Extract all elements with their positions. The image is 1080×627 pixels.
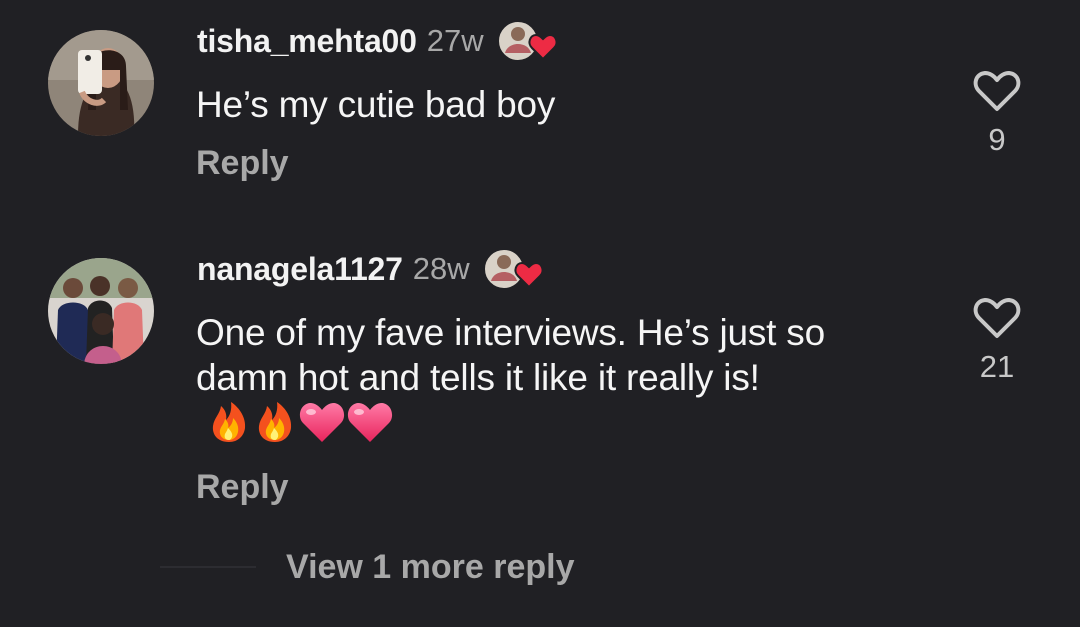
comment-timestamp: 27w: [426, 23, 484, 58]
like-group: 21: [960, 297, 1034, 385]
view-more-replies[interactable]: View 1 more reply: [160, 544, 575, 590]
like-group: 9: [960, 70, 1034, 158]
reply-button[interactable]: Reply: [196, 468, 289, 507]
comment-text-content: One of my fave interviews. He’s just so …: [196, 312, 825, 398]
avatar[interactable]: [48, 30, 154, 136]
comment-header: tisha_mehta00 27w: [197, 19, 562, 63]
pink-heart-emoji-icon: [347, 403, 393, 442]
comments-panel: tisha_mehta00 27w He’s my cutie bad boy …: [0, 0, 1080, 627]
mirror-selfie-avatar-icon: [48, 30, 154, 136]
reply-button[interactable]: Reply: [196, 144, 289, 183]
creator-heart-icon: [482, 247, 548, 291]
comment-text: He’s my cutie bad boy: [196, 82, 916, 127]
group-photo-avatar-icon: [48, 258, 154, 364]
heart-outline-icon[interactable]: [973, 297, 1021, 339]
like-count: 9: [988, 122, 1006, 157]
comment-username[interactable]: tisha_mehta00: [197, 23, 417, 60]
comment-timestamp: 28w: [412, 251, 470, 286]
pink-heart-emoji-icon: [299, 403, 345, 442]
like-count: 21: [979, 349, 1015, 384]
emoji-row: [206, 400, 394, 444]
replies-divider: [160, 566, 256, 568]
heart-outline-icon[interactable]: [973, 70, 1021, 112]
comment-header: nanagela1127 28w: [197, 247, 548, 291]
fire-emoji-icon: [258, 402, 292, 442]
view-more-replies-label[interactable]: View 1 more reply: [286, 548, 575, 587]
comment-username[interactable]: nanagela1127: [197, 251, 403, 288]
comment-text-content: He’s my cutie bad boy: [196, 84, 556, 125]
comment-text: One of my fave interviews. He’s just so …: [196, 310, 916, 448]
fire-emoji-icon: [212, 402, 246, 442]
avatar[interactable]: [48, 258, 154, 364]
creator-heart-icon: [496, 19, 562, 63]
